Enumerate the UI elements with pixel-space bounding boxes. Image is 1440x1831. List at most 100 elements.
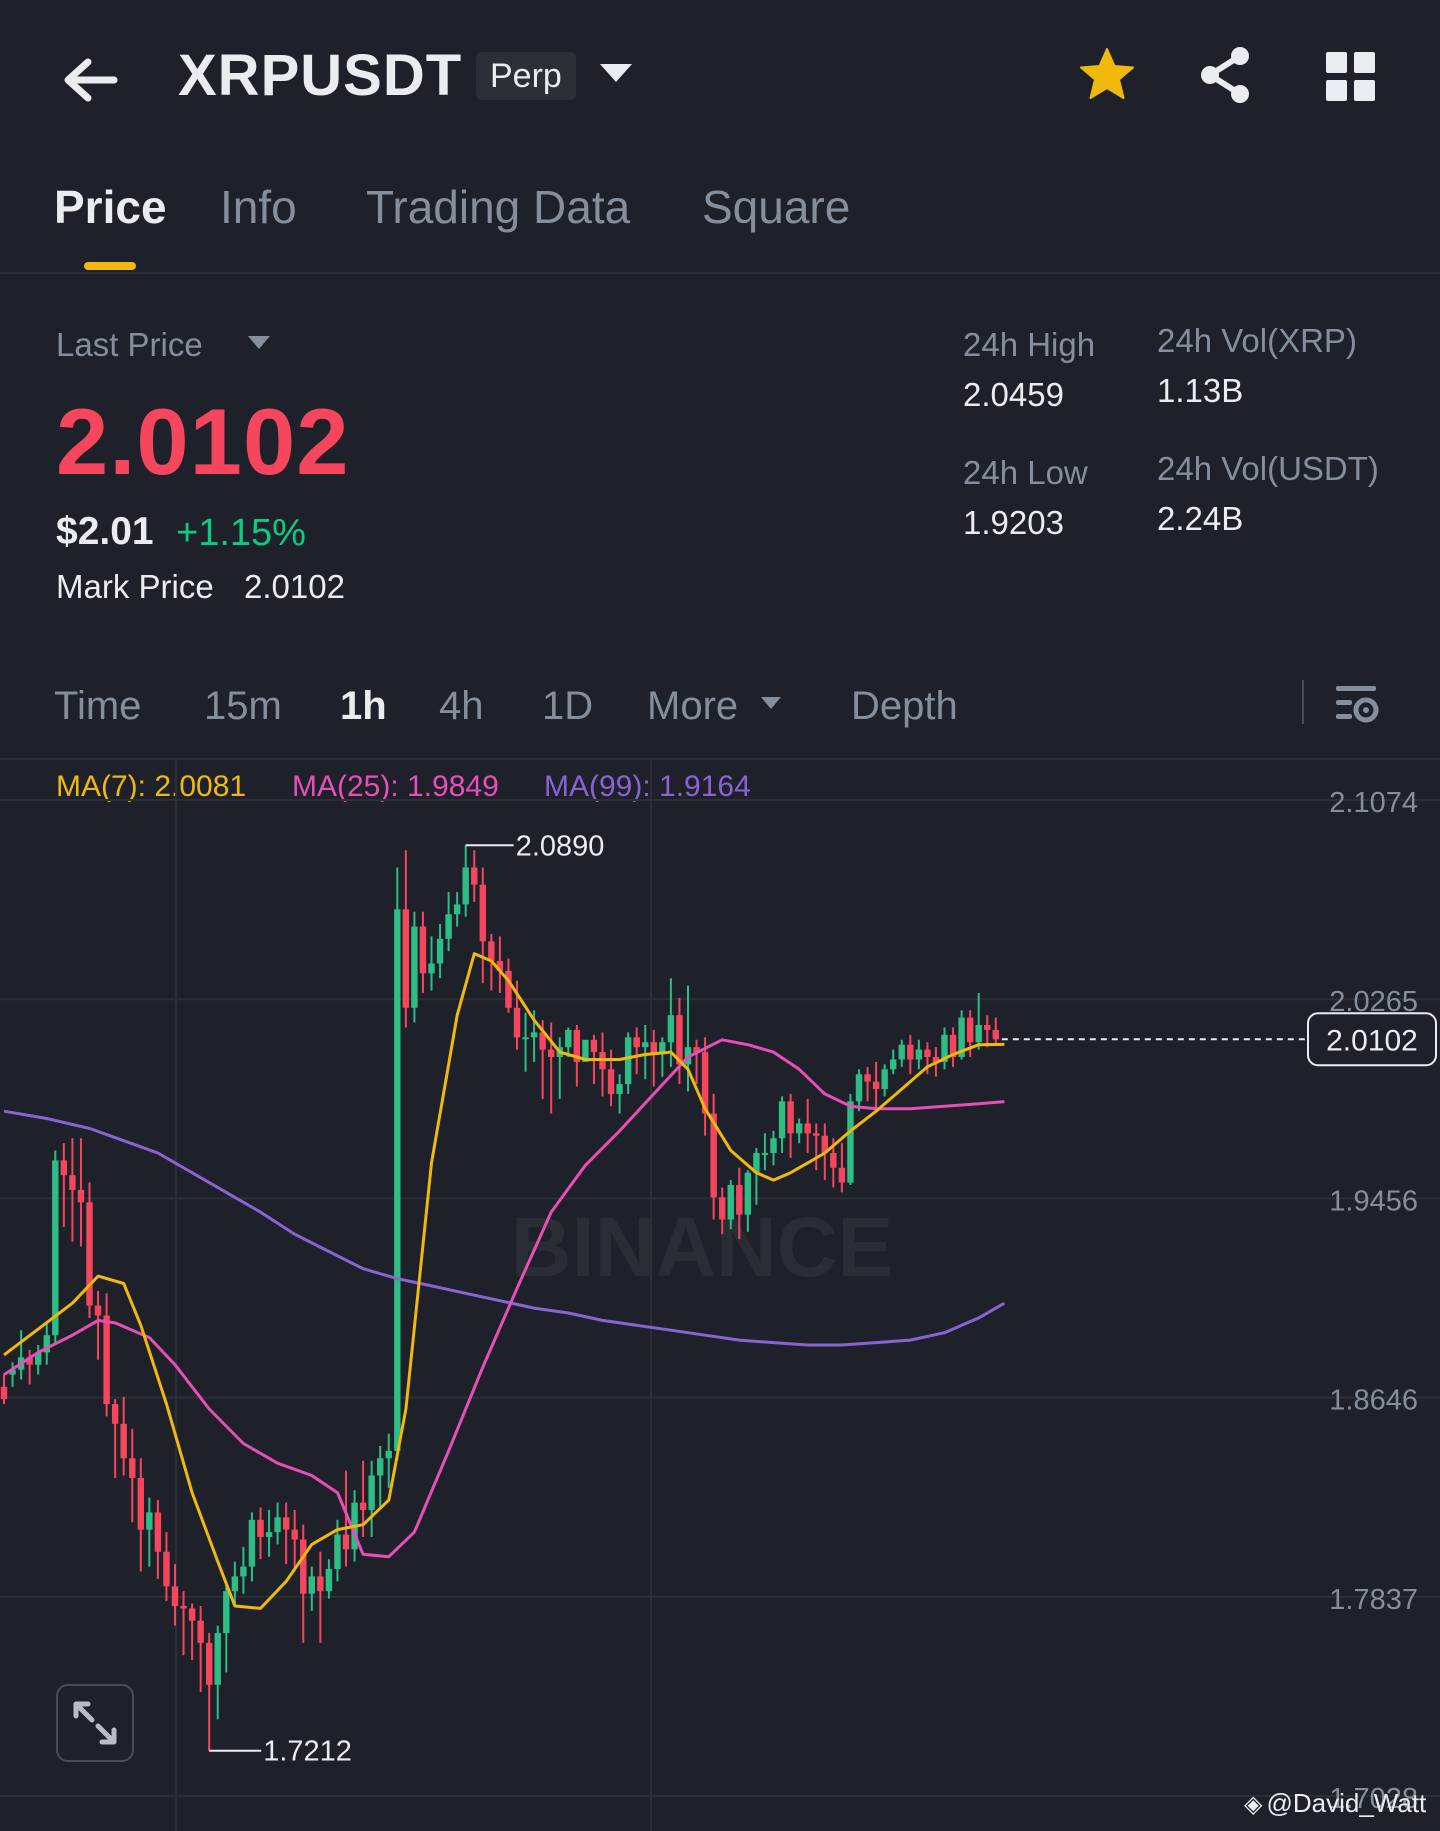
candle-body: [830, 1153, 837, 1168]
candle-body: [855, 1074, 863, 1102]
candle-body: [966, 1017, 974, 1043]
candle-body: [975, 1024, 982, 1043]
candle-body: [180, 1605, 187, 1609]
interval-1h[interactable]: 1h: [340, 684, 387, 729]
candle-body: [530, 1032, 538, 1038]
candle-body: [188, 1608, 196, 1621]
candle-body: [522, 1037, 529, 1040]
candle-body: [907, 1044, 914, 1060]
candle-body: [257, 1519, 264, 1538]
vol-usdt-value: 2.24B: [1157, 500, 1244, 537]
candle-body: [864, 1074, 871, 1082]
favorite-button[interactable]: [1078, 46, 1136, 109]
candle-body: [129, 1458, 136, 1478]
candle-body: [607, 1069, 615, 1094]
interval-1d[interactable]: 1D: [542, 684, 593, 729]
candle-body: [274, 1517, 281, 1533]
candle-body: [146, 1512, 153, 1530]
interval-more[interactable]: More: [647, 684, 783, 729]
perp-badge: Perp: [476, 52, 576, 100]
high-marker-label: 2.0890: [516, 830, 605, 862]
main-tabs: Price Info Trading Data Square: [0, 170, 1440, 274]
candle-body: [795, 1123, 803, 1134]
candle-body: [411, 926, 418, 1008]
candle-body: [300, 1539, 307, 1594]
candle-body: [813, 1133, 820, 1136]
tab-info[interactable]: Info: [220, 180, 297, 234]
usd-price: $2.01: [56, 510, 154, 553]
candle-body: [727, 1185, 734, 1220]
candle-body: [462, 867, 469, 905]
chart-settings-button[interactable]: [1334, 680, 1380, 733]
candle-body: [308, 1576, 315, 1594]
last-price: 2.0102: [56, 389, 350, 494]
interval-4h[interactable]: 4h: [439, 684, 484, 729]
vol-xrp-label: 24h Vol(XRP): [1157, 322, 1357, 359]
star-icon: [1080, 48, 1134, 99]
candle-body: [616, 1084, 623, 1094]
candle-body: [377, 1458, 384, 1476]
candle-body: [488, 941, 495, 961]
interval-divider: [1302, 680, 1304, 724]
tab-trading-data[interactable]: Trading Data: [366, 180, 630, 234]
candle-body: [394, 909, 401, 1451]
candlestick-chart[interactable]: 2.10742.02651.94561.86461.78371.7028BINA…: [0, 758, 1440, 1831]
candle-body: [479, 884, 486, 942]
candle-body: [94, 1305, 102, 1316]
interval-15m[interactable]: 15m: [204, 684, 282, 729]
candle-body: [163, 1551, 170, 1587]
candle-body: [120, 1423, 127, 1459]
candle-body: [52, 1160, 59, 1336]
tab-price[interactable]: Price: [54, 180, 167, 234]
candle-body: [736, 1185, 743, 1215]
current-price-label: 2.0102: [1326, 1024, 1418, 1057]
candle-body: [342, 1534, 350, 1550]
interval-bar: Time 15m 1h 4h 1D More Depth: [0, 670, 1440, 760]
chart-settings-icon: [1336, 686, 1379, 723]
candle-body: [744, 1172, 752, 1215]
last-price-dropdown[interactable]: [246, 334, 272, 357]
candle-body: [86, 1202, 93, 1306]
candle-body: [265, 1532, 273, 1538]
candle-body: [445, 914, 452, 939]
symbol-dropdown[interactable]: [596, 60, 636, 93]
candle-body: [171, 1586, 179, 1606]
candle-body: [770, 1138, 777, 1154]
symbol-title: XRPUSDT: [178, 43, 463, 108]
last-price-label: Last Price: [56, 326, 203, 363]
interval-depth[interactable]: Depth: [851, 684, 958, 729]
y-tick-label: 2.1074: [1329, 787, 1418, 819]
candle-body: [984, 1024, 991, 1030]
candle-body: [898, 1044, 905, 1060]
candle-body: [137, 1477, 144, 1530]
back-button[interactable]: [50, 40, 170, 120]
interval-time[interactable]: Time: [54, 684, 141, 729]
candle-body: [334, 1534, 341, 1570]
candle-body: [248, 1519, 256, 1567]
chevron-down-icon: [761, 697, 782, 709]
candle-body: [890, 1059, 897, 1070]
vol-xrp-value: 1.13B: [1157, 372, 1244, 409]
fullscreen-button[interactable]: [56, 1684, 134, 1762]
back-arrow-icon: [64, 58, 118, 102]
tab-square[interactable]: Square: [702, 180, 850, 234]
mark-price-value: 2.0102: [244, 568, 345, 605]
candle-body: [436, 938, 444, 964]
share-button[interactable]: [1198, 46, 1254, 109]
candle-body: [838, 1167, 846, 1183]
candle-body: [231, 1576, 239, 1592]
candle-body: [778, 1101, 786, 1139]
candle-body: [633, 1037, 640, 1048]
candle-body: [0, 1386, 8, 1400]
candle-body: [804, 1123, 811, 1134]
candle-body: [428, 963, 435, 974]
candle-body: [565, 1029, 572, 1048]
candle-body: [282, 1517, 290, 1530]
layout-button[interactable]: [1326, 52, 1376, 107]
expand-icon: [73, 1701, 117, 1745]
candle-body: [453, 904, 461, 915]
price-change-percent: +1.15%: [176, 512, 306, 554]
candle-body: [624, 1037, 632, 1085]
chart-watermark: BINANCE: [511, 1200, 894, 1294]
candle-body: [719, 1197, 726, 1220]
